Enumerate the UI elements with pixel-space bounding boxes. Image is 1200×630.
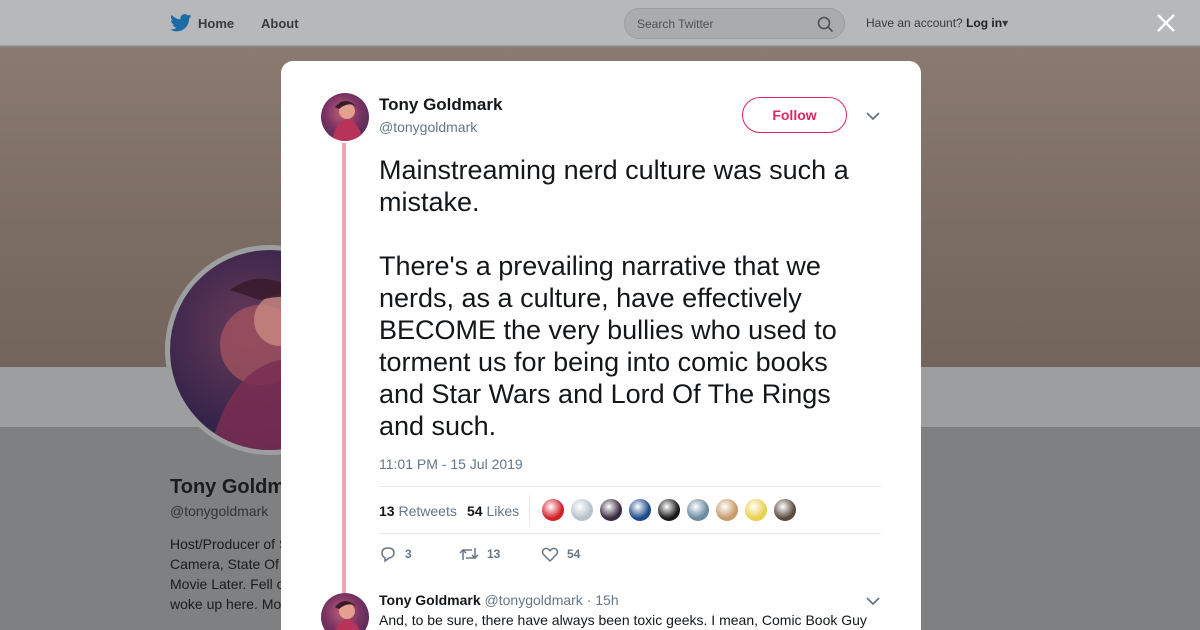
likes-label: Likes [486,503,520,519]
nav-about[interactable]: About [261,16,299,31]
liker-avatar[interactable] [744,498,768,522]
liker-avatar[interactable] [715,498,739,522]
liker-avatar[interactable] [570,498,594,522]
bio-line: Camera, State Of [170,556,279,572]
retweet-icon [459,548,479,560]
profile-bio: Host/Producer of S Camera, State Of Movi… [170,534,290,614]
follow-button[interactable]: Follow [742,97,847,133]
retweets-count: 13 [379,503,395,519]
tweet-text: Mainstreaming nerd culture was such a mi… [379,155,849,441]
reply-action[interactable]: 3 [379,545,412,563]
reply-chevron-down-icon[interactable] [865,593,881,609]
search-placeholder: Search Twitter [637,17,714,31]
thread-line [342,143,346,593]
nav-home-label: Home [198,15,235,31]
close-icon[interactable] [1155,12,1177,34]
liker-avatar[interactable] [541,498,565,522]
bio-line: woke up here. Mo [170,596,282,612]
search-icon[interactable] [817,16,834,33]
liker-avatar[interactable] [686,498,710,522]
reply-author-name[interactable]: Tony Goldmark [379,592,481,608]
search-input[interactable]: Search Twitter [624,8,845,39]
likers-avatars [541,498,797,522]
reply-text: And, to be sure, there have always been … [379,612,867,628]
like-count: 54 [567,547,581,561]
likes-count: 54 [467,503,483,519]
tweet-modal: Tony Goldmark @tonygoldmark Follow Mains… [281,61,921,630]
retweet-action[interactable]: 13 [459,545,500,563]
author-name[interactable]: Tony Goldmark [379,95,502,115]
account-prompt: Have an account? Log in▾ [866,16,1008,30]
retweets-stat[interactable]: 13 Retweets [379,503,457,519]
heart-icon [541,547,559,563]
reply-icon [381,547,395,563]
bio-line: Movie Later. Fell c [170,576,284,592]
nav-home[interactable]: Home [170,14,234,32]
top-navigation: Home About Search Twitter Have an accoun… [0,0,1200,46]
account-prompt-text: Have an account? [866,16,963,30]
likes-stat[interactable]: 54 Likes [467,503,519,519]
liker-avatar[interactable] [628,498,652,522]
liker-avatar[interactable] [773,498,797,522]
reply-header: Tony Goldmark @tonygoldmark · 15h [379,592,619,608]
login-link[interactable]: Log in [966,16,1002,30]
author-handle[interactable]: @tonygoldmark [379,119,477,135]
reply-author-avatar[interactable] [321,593,369,630]
avatar-illustration [335,601,360,630]
profile-name: Tony Goldm [170,476,286,498]
retweet-count: 13 [487,547,501,561]
liker-avatar[interactable] [599,498,623,522]
chevron-down-icon[interactable] [865,108,881,124]
reply-time[interactable]: · 15h [587,592,619,608]
liker-avatar[interactable] [657,498,681,522]
caret-down-icon[interactable]: ▾ [1002,16,1008,30]
retweets-label: Retweets [398,503,457,519]
tweet-timestamp[interactable]: 11:01 PM - 15 Jul 2019 [379,456,523,472]
author-avatar[interactable] [321,93,369,141]
tweet-stats: 13 Retweets 54 Likes [379,486,881,534]
reply-author-handle[interactable]: @tonygoldmark [485,592,583,608]
like-action[interactable]: 54 [541,545,580,563]
profile-handle: @tonygoldmark [170,503,269,519]
reply-count: 3 [405,547,412,561]
twitter-bird-icon [170,14,192,32]
stats-divider [529,495,530,527]
avatar-illustration [331,101,363,141]
bio-line: Host/Producer of S [170,536,289,552]
